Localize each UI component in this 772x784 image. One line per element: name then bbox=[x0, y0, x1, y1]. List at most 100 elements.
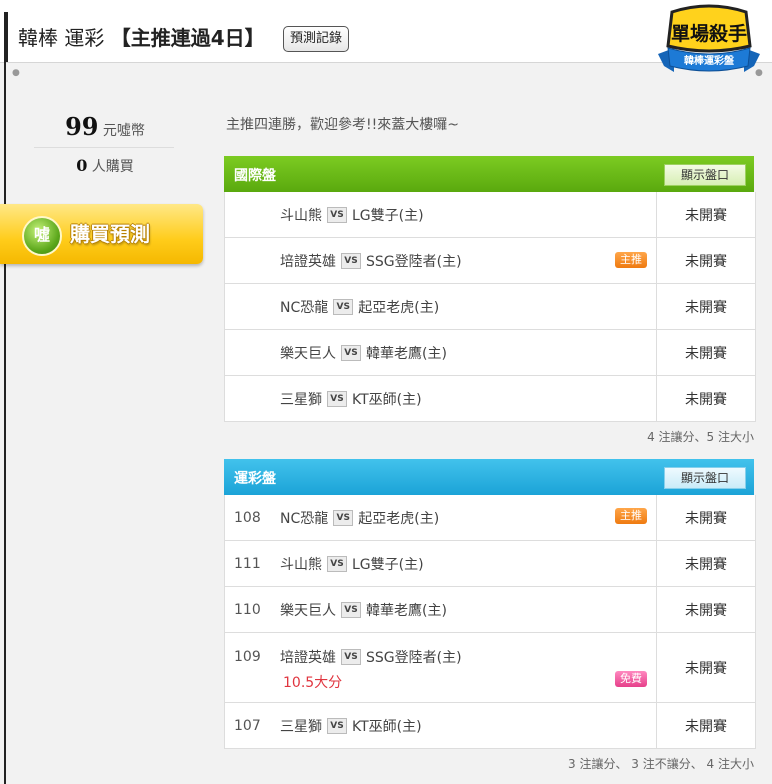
home-team: 韓華老鷹(主) bbox=[366, 603, 447, 619]
table-row: 三星獅 VS KT巫師(主) 未開賽 bbox=[225, 375, 755, 421]
lottery-show-odds-button[interactable]: 顯示盤口 bbox=[664, 467, 746, 489]
home-team: 起亞老虎(主) bbox=[358, 511, 440, 527]
away-team: 樂天巨人 bbox=[280, 346, 336, 362]
match: 樂天巨人 VS 韓華老鷹(主) bbox=[280, 343, 447, 363]
match-status: 未開賽 bbox=[685, 660, 727, 677]
match: 培證英雄 VS SSG登陸者(主) bbox=[280, 251, 462, 271]
away-team: 培證英雄 bbox=[280, 650, 336, 666]
table-row: 107 三星獅 VS KT巫師(主) 未開賽 bbox=[225, 702, 755, 748]
table-row: 斗山熊 VS LG雙子(主) 未開賽 bbox=[225, 192, 755, 237]
match-code: 111 bbox=[234, 556, 261, 572]
match-status: 未開賽 bbox=[685, 253, 727, 270]
vs-icon: VS bbox=[327, 207, 347, 223]
match-status: 未開賽 bbox=[685, 345, 727, 362]
international-summary: 4 注讓分、5 注大小 bbox=[647, 430, 754, 444]
home-team: SSG登陸者(主) bbox=[366, 254, 462, 270]
prediction-pick: 10.5大分 bbox=[283, 675, 343, 691]
match: NC恐龍 VS 起亞老虎(主) bbox=[280, 297, 439, 317]
home-team: SSG登陸者(主) bbox=[366, 650, 462, 666]
main-pick-badge: 主推 bbox=[615, 252, 647, 268]
home-team: KT巫師(主) bbox=[352, 392, 422, 408]
match: 110 樂天巨人 VS 韓華老鷹(主) bbox=[234, 600, 447, 620]
away-team: 三星獅 bbox=[280, 719, 322, 735]
logo-main-text: 單場殺手 bbox=[671, 22, 747, 45]
away-team: 樂天巨人 bbox=[280, 603, 336, 619]
table-row: 109 培證英雄 VS SSG登陸者(主) 10.5大分 免費 未開賽 bbox=[225, 632, 755, 702]
international-title: 國際盤 bbox=[234, 168, 276, 184]
lottery-header: 運彩盤 顯示盤口 bbox=[224, 459, 754, 495]
home-team: 韓華老鷹(主) bbox=[366, 346, 447, 362]
free-badge: 免費 bbox=[615, 671, 647, 687]
match: 111 斗山熊 VS LG雙子(主) bbox=[234, 554, 424, 574]
vs-icon: VS bbox=[341, 649, 361, 665]
away-team: 斗山熊 bbox=[280, 208, 322, 224]
international-table: 斗山熊 VS LG雙子(主) 未開賽 培證英雄 VS SSG登陸者(主) 主推 … bbox=[224, 192, 756, 422]
match-status: 未開賽 bbox=[685, 207, 727, 224]
price-value: 99 bbox=[65, 112, 99, 141]
buy-prediction-label: 購買預測 bbox=[70, 222, 150, 246]
vs-icon: VS bbox=[333, 510, 354, 526]
home-team: LG雙子(主) bbox=[352, 557, 424, 573]
home-team: LG雙子(主) bbox=[352, 208, 424, 224]
away-team: 培證英雄 bbox=[280, 254, 336, 270]
home-team: 起亞老虎(主) bbox=[358, 300, 440, 316]
match: 斗山熊 VS LG雙子(主) bbox=[280, 205, 424, 225]
vs-icon: VS bbox=[327, 718, 347, 734]
match-status: 未開賽 bbox=[685, 602, 727, 619]
buyers-unit: 人購買 bbox=[91, 159, 134, 175]
table-row: 111 斗山熊 VS LG雙子(主) 未開賽 bbox=[225, 540, 755, 586]
match-status: 未開賽 bbox=[685, 299, 727, 316]
buyers-count: 0 人購買 bbox=[36, 156, 174, 176]
vs-icon: VS bbox=[341, 253, 361, 269]
single-match-killer-logo: 單場殺手 韓棒運彩盤 bbox=[658, 4, 760, 72]
buy-prediction-button[interactable]: 噓 購買預測 bbox=[0, 204, 203, 264]
price-unit: 元噓幣 bbox=[102, 123, 145, 139]
lottery-summary: 3 注讓分、 3 注不讓分、 4 注大小 bbox=[568, 757, 754, 771]
prediction-record-button[interactable]: 預測記錄 bbox=[283, 26, 350, 52]
international-header: 國際盤 顯示盤口 bbox=[224, 156, 754, 192]
match-status: 未開賽 bbox=[685, 510, 727, 527]
vs-icon: VS bbox=[341, 602, 361, 618]
table-row: 培證英雄 VS SSG登陸者(主) 主推 未開賽 bbox=[225, 237, 755, 283]
match: 107 三星獅 VS KT巫師(主) bbox=[234, 716, 422, 736]
pin-icon: ● bbox=[12, 68, 20, 78]
away-team: NC恐龍 bbox=[280, 300, 329, 316]
vs-icon: VS bbox=[333, 299, 354, 315]
match: 三星獅 VS KT巫師(主) bbox=[280, 389, 422, 409]
price-display: 99 元噓幣 bbox=[36, 112, 174, 141]
match: 108 NC恐龍 VS 起亞老虎(主) bbox=[234, 508, 440, 528]
coin-icon: 噓 bbox=[22, 216, 62, 256]
table-row: 110 樂天巨人 VS 韓華老鷹(主) 未開賽 bbox=[225, 586, 755, 632]
table-row: 樂天巨人 VS 韓華老鷹(主) 未開賽 bbox=[225, 329, 755, 375]
left-border bbox=[4, 62, 6, 784]
lottery-table: 108 NC恐龍 VS 起亞老虎(主) 主推 未開賽 111 斗山熊 VS LG… bbox=[224, 495, 756, 749]
header-accent-bar bbox=[4, 12, 8, 62]
match-status: 未開賽 bbox=[685, 718, 727, 735]
away-team: 斗山熊 bbox=[280, 557, 322, 573]
away-team: 三星獅 bbox=[280, 392, 322, 408]
sidebar-divider bbox=[34, 147, 174, 148]
table-row: 108 NC恐龍 VS 起亞老虎(主) 主推 未開賽 bbox=[225, 495, 755, 540]
home-team: KT巫師(主) bbox=[352, 719, 422, 735]
match-status: 未開賽 bbox=[685, 391, 727, 408]
vs-icon: VS bbox=[341, 345, 361, 361]
intro-text: 主推四連勝，歡迎參考!!來蓋大樓囉~ bbox=[226, 117, 459, 133]
vs-icon: VS bbox=[327, 391, 347, 407]
match-code: 107 bbox=[234, 718, 261, 734]
main-pick-badge: 主推 bbox=[615, 508, 647, 524]
away-team: NC恐龍 bbox=[280, 511, 329, 527]
pin-icon: ● bbox=[755, 68, 763, 78]
page-title: 韓棒 運彩 【主推連過4日】 bbox=[18, 24, 265, 52]
table-row: NC恐龍 VS 起亞老虎(主) 未開賽 bbox=[225, 283, 755, 329]
title-highlight: 【主推連過4日】 bbox=[110, 26, 265, 50]
lottery-title: 運彩盤 bbox=[234, 471, 276, 487]
match-code: 108 bbox=[234, 510, 261, 526]
buyers-value: 0 bbox=[76, 156, 88, 175]
match-status: 未開賽 bbox=[685, 556, 727, 573]
match: 109 培證英雄 VS SSG登陸者(主) bbox=[234, 647, 462, 667]
vs-icon: VS bbox=[327, 556, 347, 572]
international-show-odds-button[interactable]: 顯示盤口 bbox=[664, 164, 746, 186]
logo-sub-text: 韓棒運彩盤 bbox=[684, 54, 735, 67]
match-code: 110 bbox=[234, 602, 261, 618]
match-code: 109 bbox=[234, 649, 261, 665]
